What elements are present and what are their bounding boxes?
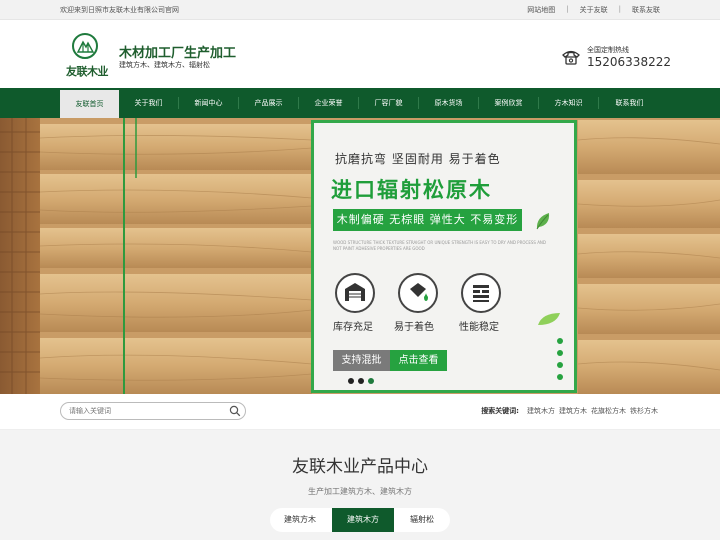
promo-tagline: 抗磨抗弯 坚固耐用 易于着色 (335, 152, 501, 166)
site-header: 友联木业 木材加工厂生产加工 建筑方木、建筑木方、辐射松 全国定制热线 1520… (0, 20, 720, 88)
vertical-dot (557, 338, 563, 344)
search-icon[interactable] (229, 405, 241, 417)
tab-radiata-pine[interactable]: 辐射松 (394, 508, 450, 532)
search-bar-row: 搜索关键词: 建筑木方 建筑方木 花旗松方木 铁杉方木 (0, 394, 720, 430)
feature-label: 库存充足 (333, 322, 373, 333)
keyword-link[interactable]: 花旗松方木 (591, 406, 626, 416)
site-title: 木材加工厂生产加工 (119, 46, 237, 61)
hero-banner[interactable]: 抗磨抗弯 坚固耐用 易于着色 进口辐射松原木 木制偏硬 无棕眼 弹性大 不易变形… (0, 118, 720, 394)
paint-bucket-icon (398, 273, 438, 313)
feature-label: 易于着色 (394, 322, 434, 333)
nav-item-news[interactable]: 新闻中心 (179, 88, 238, 118)
mixed-batch-button[interactable]: 支持混批 (333, 350, 390, 371)
site-subtitle: 建筑方木、建筑木方、辐射松 (119, 61, 210, 69)
search-box (60, 402, 246, 420)
link-separator: | (618, 5, 621, 13)
link-contact[interactable]: 联系友联 (632, 5, 660, 15)
nav-item-honors[interactable]: 企业荣誉 (299, 88, 358, 118)
vertical-dot (557, 350, 563, 356)
slide-dot[interactable] (358, 378, 364, 384)
nav-item-knowledge[interactable]: 方木知识 (539, 88, 598, 118)
promo-fine-print: WOOD STRUCTURE THICK TEXTURE STRAIGHT OR… (333, 240, 547, 251)
nav-item-cases[interactable]: 案例欣赏 (479, 88, 538, 118)
keyword-link[interactable]: 铁杉方木 (630, 406, 658, 416)
product-center-title: 友联木业产品中心 (292, 457, 428, 477)
welcome-text: 欢迎来到日照市友联木业有限公司官网 (60, 6, 179, 14)
product-center: 友联木业产品中心 生产加工建筑方木、建筑木方 建筑方木 建筑木方 辐射松 (0, 430, 720, 540)
link-sitemap[interactable]: 网站地图 (527, 5, 555, 15)
vertical-dot (557, 374, 563, 380)
hot-keywords-label: 搜索关键词: (481, 407, 519, 415)
main-nav: 友联首页 关于我们 新闻中心 产品展示 企业荣誉 厂容厂貌 原木货场 案例欣赏 … (0, 88, 720, 118)
promo-panel: 抗磨抗弯 坚固耐用 易于着色 进口辐射松原木 木制偏硬 无棕眼 弹性大 不易变形… (311, 120, 577, 393)
warehouse-icon (335, 273, 375, 313)
link-about[interactable]: 关于友联 (580, 5, 608, 15)
hotline-number[interactable]: 15206338222 (587, 55, 671, 69)
nav-item-contact[interactable]: 联系我们 (599, 88, 660, 118)
tab-building-lumber[interactable]: 建筑木方 (332, 508, 394, 532)
slide-dot[interactable] (348, 378, 354, 384)
top-links: 网站地图 | 关于友联 | 联系友联 (527, 5, 660, 15)
product-tabs: 建筑方木 建筑木方 辐射松 (270, 508, 450, 532)
view-details-button[interactable]: 点击查看 (390, 350, 447, 371)
hotline-label: 全国定制热线 (587, 46, 629, 54)
hot-keywords: 搜索关键词: 建筑木方 建筑方木 花旗松方木 铁杉方木 (481, 406, 658, 416)
top-bar: 欢迎来到日照市友联木业有限公司官网 网站地图 | 关于友联 | 联系友联 (0, 0, 720, 20)
logo-mark-icon[interactable] (72, 33, 98, 59)
phone-icon (561, 47, 581, 67)
nav-item-logyard[interactable]: 原木货场 (419, 88, 478, 118)
nav-item-about[interactable]: 关于我们 (119, 88, 178, 118)
search-input[interactable] (69, 405, 219, 417)
nav-item-home[interactable]: 友联首页 (60, 88, 119, 118)
leaf-icon (536, 213, 550, 230)
slide-dot-active[interactable] (368, 378, 374, 384)
keyword-link[interactable]: 建筑木方 (527, 406, 555, 416)
leaf-icon (538, 313, 560, 325)
promo-ribbon: 木制偏硬 无棕眼 弹性大 不易变形 (333, 209, 522, 231)
nav-item-factory[interactable]: 厂容厂貌 (359, 88, 418, 118)
feature-label: 性能稳定 (459, 322, 499, 333)
product-center-subtitle: 生产加工建筑方木、建筑木方 (308, 487, 412, 496)
promo-headline: 进口辐射松原木 (331, 178, 492, 202)
stack-icon (461, 273, 501, 313)
tab-building-timber[interactable]: 建筑方木 (270, 508, 330, 532)
keyword-link[interactable]: 建筑方木 (559, 406, 587, 416)
nav-item-products[interactable]: 产品展示 (239, 88, 298, 118)
link-separator: | (566, 5, 569, 13)
vertical-dot (557, 362, 563, 368)
logo-text[interactable]: 友联木业 (66, 63, 109, 79)
